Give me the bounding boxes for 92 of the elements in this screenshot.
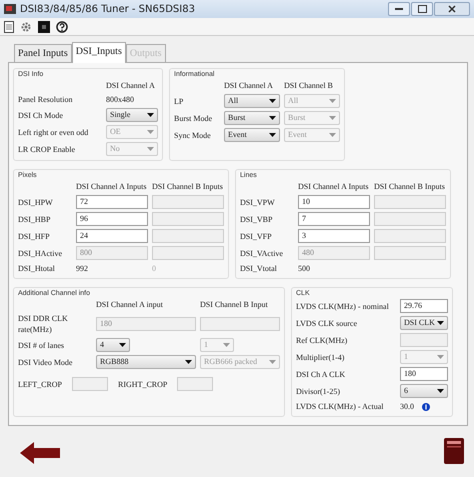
dropdown-caret-icon [269,360,276,364]
input-field[interactable]: 29.76 [400,299,448,313]
dropdown-caret-icon [437,389,444,393]
input-field[interactable]: 96 [76,212,148,226]
field-label: DSI_Htotal [18,263,56,274]
input-field[interactable]: 24 [76,229,148,243]
field-label: DSI Ch Mode [18,110,64,120]
minimize-button[interactable] [388,2,410,16]
app-icon [4,4,16,14]
dropdown-caret-icon [269,99,276,103]
field-label: DSI_HActive [18,248,63,258]
dropdown-caret-icon [119,343,126,347]
dropdown-caret-icon [329,133,336,137]
field-label: Sync Mode [174,130,212,140]
column-header: DSI Channel A Inputs [298,181,370,192]
field-label: DSI_Vtotal [240,263,278,274]
field-label: LVDS CLK(MHz) - Actual [296,401,384,412]
input-field[interactable]: 72 [76,195,148,209]
field-label: DSI_HPW [18,196,54,208]
field-label: Burst Mode [174,112,213,124]
field-label: DSI_HBP [18,214,52,224]
field-label: DSI_VBP [240,214,274,224]
settings-icon[interactable] [20,20,32,32]
dropdown-caret-icon [223,343,230,347]
field-label: DSI Video Mode [18,356,74,368]
column-header: DSI Channel B Inputs [152,181,224,192]
field-label: LP [174,96,184,106]
field-label: Multiplier(1-4) [296,352,346,362]
value-text: 30.0 [400,401,414,412]
value-text: 0 [152,263,157,274]
dropdown-caret-icon [269,133,276,137]
document-icon[interactable] [4,20,14,32]
field-label: DSI_HFP [18,230,51,242]
dropdown[interactable]: All [224,94,280,108]
dropdown-caret-icon [185,360,192,364]
dropdown-caret-icon [437,321,444,325]
dropdown-caret-icon [329,116,336,120]
field-label: LEFT_CROP [18,378,62,390]
dropdown[interactable]: RGB888 [96,355,196,369]
tab[interactable]: DSI_Inputs [72,42,126,63]
column-header: DSI Channel B Input [200,299,269,310]
column-header: DSI Channel A [106,80,156,91]
column-header: DSI Channel B [284,80,334,91]
help-icon[interactable] [56,20,68,32]
value-text: 800x480 [106,94,135,105]
column-header: DSI Channel B Inputs [374,181,446,192]
column-header: DSI Channel A [224,80,274,91]
close-icon [448,5,456,13]
field-label: DSI_VActive [240,248,284,258]
field-label: Left right or even odd [18,126,90,138]
maximize-icon [418,5,426,13]
input-field[interactable]: 7 [298,212,370,226]
dropdown[interactable]: 4 [96,338,130,352]
minimize-icon [395,8,403,10]
book-icon[interactable] [444,438,464,464]
field-label: LR CROP Enable [18,144,76,154]
input-field[interactable]: 3 [298,229,370,243]
dropdown-caret-icon [269,116,276,120]
field-label: RIGHT_CROP [118,378,168,390]
field-label: LVDS CLK(MHz) - nominal [296,300,390,312]
field-label: DSI DDR CLK rate(MHz) [18,313,69,335]
dropdown-caret-icon [437,355,444,359]
column-header: DSI Channel A Inputs [76,181,148,192]
dropdown-caret-icon [147,113,154,117]
dropdown[interactable]: Burst [224,111,280,125]
dropdown[interactable]: 6 [400,384,448,398]
maximize-button[interactable] [411,2,433,16]
field-label: LVDS CLK source [296,318,358,328]
field-label: Panel Resolution [18,94,74,105]
tab[interactable]: Panel Inputs [14,44,72,62]
field-label: Ref CLK(MHz) [296,334,348,346]
dropdown-caret-icon [147,147,154,151]
column-header: DSI Channel A input [96,299,164,310]
close-button[interactable] [434,2,470,16]
chip-icon[interactable] [38,20,50,32]
dropdown[interactable]: Single [106,108,158,122]
dropdown-caret-icon [329,99,336,103]
window-title: DSI83/84/85/86 Tuner - SN65DSI83 [20,2,195,16]
dropdown-caret-icon [147,130,154,134]
input-field[interactable]: 180 [400,367,448,381]
value-text: 992 [76,263,89,274]
field-label: DSI # of lanes [18,340,65,350]
value-text: 500 [298,263,311,274]
info-icon[interactable] [422,402,430,410]
dropdown[interactable]: DSI CLK [400,316,448,330]
field-label: Divisor(1-25) [296,386,341,396]
field-label: DSI_VPW [240,196,276,208]
dropdown[interactable]: Event [224,128,280,142]
field-label: DSI Ch A CLK [296,368,346,380]
input-field[interactable]: 10 [298,195,370,209]
back-arrow-icon[interactable] [20,442,60,464]
field-label: DSI_VFP [240,230,273,242]
